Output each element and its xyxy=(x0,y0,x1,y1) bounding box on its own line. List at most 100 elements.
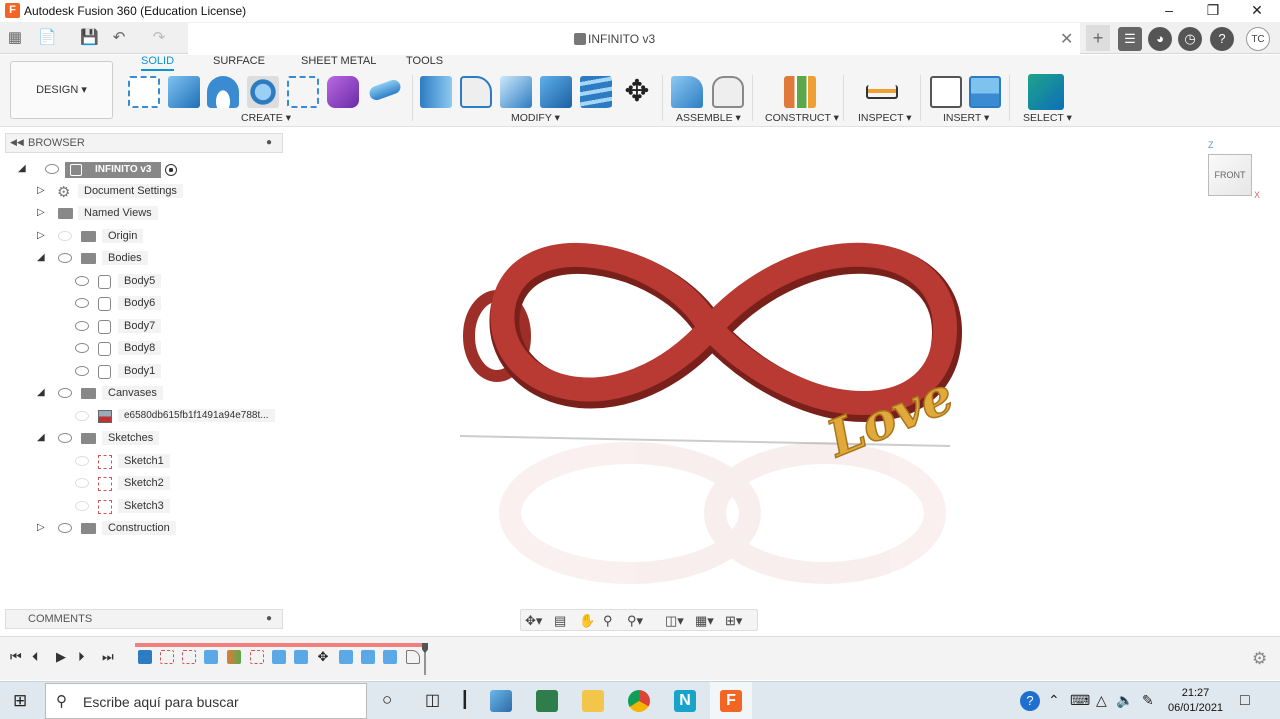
expand-triangle-icon[interactable]: ▷ xyxy=(37,207,45,218)
new-component-icon[interactable] xyxy=(671,76,703,108)
calculator-icon[interactable] xyxy=(536,690,558,712)
timeline-marker[interactable] xyxy=(422,643,428,675)
tab-solid[interactable]: SOLID xyxy=(141,55,175,71)
revolve-icon[interactable] xyxy=(207,76,239,108)
timeline-fillet-feature[interactable] xyxy=(406,650,420,664)
close-tab-icon[interactable]: ✕ xyxy=(1060,29,1073,49)
visibility-eye-icon[interactable] xyxy=(75,298,89,308)
tree-item-body[interactable]: Body1 xyxy=(0,362,285,382)
visibility-eye-icon[interactable] xyxy=(75,411,89,421)
new-tab-button[interactable]: + xyxy=(1086,25,1110,51)
notifications-tray-icon[interactable]: □ xyxy=(1240,692,1250,710)
browser-options-icon[interactable]: ● xyxy=(266,137,272,148)
insert-menu[interactable]: INSERT ▾ xyxy=(943,112,989,124)
timeline-extrude-feature[interactable] xyxy=(383,650,397,664)
close-window-button[interactable]: ✕ xyxy=(1234,0,1280,22)
viewports-icon[interactable]: ⊞▾ xyxy=(725,613,742,629)
inspect-menu[interactable]: INSPECT ▾ xyxy=(858,112,912,124)
timeline-move-feature[interactable]: ✥ xyxy=(316,650,330,664)
taskbar-app-icon[interactable]: ┃ xyxy=(460,690,470,710)
press-pull-icon[interactable] xyxy=(420,76,452,108)
rectangular-pattern-icon[interactable] xyxy=(287,76,319,108)
insert-derive-icon[interactable] xyxy=(930,76,962,108)
fillet-icon[interactable] xyxy=(460,76,492,108)
user-avatar[interactable]: TC xyxy=(1246,27,1270,51)
collapse-panel-icon[interactable]: ◀◀ xyxy=(10,137,24,148)
form-icon[interactable] xyxy=(327,76,359,108)
file-menu-icon[interactable]: 📄 xyxy=(38,29,57,47)
tab-tools[interactable]: TOOLS xyxy=(406,55,443,71)
fusion-taskbar-icon[interactable]: F xyxy=(720,690,742,712)
pen-icon[interactable]: ✎ xyxy=(1142,692,1154,709)
tree-item-body[interactable]: Body6 xyxy=(0,294,285,314)
tree-item-named-views[interactable]: ▷ Named Views xyxy=(0,204,285,224)
zoom-window-icon[interactable]: ⚲ xyxy=(603,613,613,629)
help-tray-icon[interactable]: ? xyxy=(1020,691,1040,711)
play-icon[interactable]: ▶ xyxy=(56,649,66,665)
pan-hand-icon[interactable]: ✋ xyxy=(579,613,595,629)
visibility-eye-icon[interactable] xyxy=(75,478,89,488)
pipe-icon[interactable] xyxy=(367,77,403,103)
canvas-icon[interactable] xyxy=(969,76,1001,108)
app-grid-icon[interactable]: ▦ xyxy=(6,29,24,47)
minimize-button[interactable]: – xyxy=(1146,0,1192,22)
timeline-sketch-feature[interactable] xyxy=(160,650,174,664)
orbit-icon[interactable]: ✥▾ xyxy=(525,613,542,629)
wifi-icon[interactable]: △ xyxy=(1096,692,1107,709)
select-menu[interactable]: SELECT ▾ xyxy=(1023,112,1072,124)
clock-history-icon[interactable]: ◷ xyxy=(1178,27,1202,51)
task-view-icon[interactable]: ◫ xyxy=(425,690,440,710)
collapse-triangle-icon[interactable]: ◢ xyxy=(37,432,45,443)
extrude-icon[interactable] xyxy=(168,76,200,108)
timeline-extrude-feature[interactable] xyxy=(272,650,286,664)
visibility-eye-icon[interactable] xyxy=(45,164,59,174)
cortana-icon[interactable]: ○ xyxy=(382,690,392,710)
construct-menu[interactable]: CONSTRUCT ▾ xyxy=(765,112,839,124)
move-copy-icon[interactable]: ✥ xyxy=(621,76,653,108)
expand-triangle-icon[interactable]: ▷ xyxy=(37,522,45,533)
save-icon[interactable]: 💾 xyxy=(80,29,99,47)
visibility-eye-icon[interactable] xyxy=(58,253,72,263)
taskbar-clock[interactable]: 21:27 06/01/2021 xyxy=(1168,686,1223,716)
tree-item-construction[interactable]: ▷ Construction xyxy=(0,519,285,539)
tree-item-document-settings[interactable]: ▷ ⚙ Document Settings xyxy=(0,182,285,202)
offset-plane-icon[interactable] xyxy=(784,76,816,108)
timeline-canvas-feature[interactable] xyxy=(138,650,152,664)
create-menu[interactable]: CREATE ▾ xyxy=(241,112,291,124)
tab-surface[interactable]: SURFACE xyxy=(213,55,265,71)
tree-item-sketch[interactable]: Sketch2 xyxy=(0,474,285,494)
volume-icon[interactable]: 🔈 xyxy=(1116,692,1133,709)
tree-item-sketch[interactable]: Sketch3 xyxy=(0,497,285,517)
visibility-eye-icon[interactable] xyxy=(75,456,89,466)
taskbar-app-n-icon[interactable]: N xyxy=(674,690,696,712)
grid-settings-icon[interactable]: ▦▾ xyxy=(695,613,714,629)
chrome-icon[interactable] xyxy=(628,690,650,712)
shell-icon[interactable] xyxy=(500,76,532,108)
notifications-icon[interactable]: ☰ xyxy=(1118,27,1142,51)
tree-item-body[interactable]: Body5 xyxy=(0,272,285,292)
undo-icon[interactable]: ↶ xyxy=(110,29,128,47)
tree-item-origin[interactable]: ▷ Origin xyxy=(0,227,285,247)
collapse-triangle-icon[interactable]: ◢ xyxy=(37,252,45,263)
offset-face-icon[interactable] xyxy=(580,76,612,108)
document-tab[interactable]: INFINITO v3 ✕ xyxy=(188,23,1080,54)
visibility-eye-icon[interactable] xyxy=(58,523,72,533)
show-hidden-icons-icon[interactable]: ⌃ xyxy=(1048,692,1060,709)
view-cube[interactable]: FRONT xyxy=(1208,154,1252,196)
visibility-eye-icon[interactable] xyxy=(75,501,89,511)
display-settings-icon[interactable]: ◫▾ xyxy=(665,613,684,629)
visibility-eye-icon[interactable] xyxy=(75,343,89,353)
help-icon[interactable]: ? xyxy=(1210,27,1234,51)
tree-item-body[interactable]: Body7 xyxy=(0,317,285,337)
file-explorer-icon[interactable] xyxy=(582,690,604,712)
step-forward-icon[interactable]: ⏵ xyxy=(78,649,85,665)
expand-triangle-icon[interactable]: ▷ xyxy=(37,230,45,241)
timeline-extrude-feature[interactable] xyxy=(204,650,218,664)
ime-icon[interactable]: ⌨ xyxy=(1070,692,1090,709)
tree-item-canvases[interactable]: ◢ Canvases xyxy=(0,384,285,404)
create-sketch-icon[interactable] xyxy=(128,76,160,108)
timeline-extrude-feature[interactable] xyxy=(339,650,353,664)
activate-radio-icon[interactable] xyxy=(165,164,177,176)
tree-item-sketch[interactable]: Sketch1 xyxy=(0,452,285,472)
tree-item-bodies[interactable]: ◢ Bodies xyxy=(0,249,285,269)
